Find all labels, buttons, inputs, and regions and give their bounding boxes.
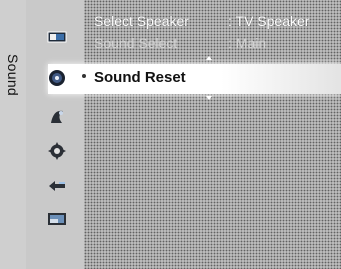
scroll-up-arrow-icon [206, 56, 212, 60]
channel-icon[interactable] [46, 106, 68, 128]
scroll-down-arrow-icon [206, 96, 212, 100]
selection-bullet-icon [82, 74, 86, 78]
sound-tab-label: Sound [5, 54, 22, 96]
sound-reset-item[interactable]: Sound Reset [94, 69, 186, 86]
select-speaker-label: Select Speaker [94, 13, 189, 29]
picture-icon[interactable] [46, 26, 68, 48]
select-speaker-value: : TV Speaker [228, 13, 310, 29]
application-icon[interactable] [46, 208, 68, 230]
menu-row-sound-select[interactable]: Sound Select : Main [84, 32, 341, 54]
setup-icon[interactable] [46, 140, 68, 162]
menu-side-tab: Sound [0, 0, 27, 269]
tv-menu-screen: Sound Select Speaker: TV Speaker Sound … [0, 0, 341, 269]
menu-row-select-speaker[interactable]: Select Speaker : TV Speaker [84, 10, 341, 32]
sound-select-label: Sound Select [94, 35, 178, 51]
sound-menu-list: Select Speaker : TV Speaker Sound Select… [84, 0, 341, 269]
input-icon[interactable] [46, 175, 68, 197]
sound-icon[interactable] [46, 67, 68, 89]
sound-select-value: : Main [228, 35, 267, 51]
